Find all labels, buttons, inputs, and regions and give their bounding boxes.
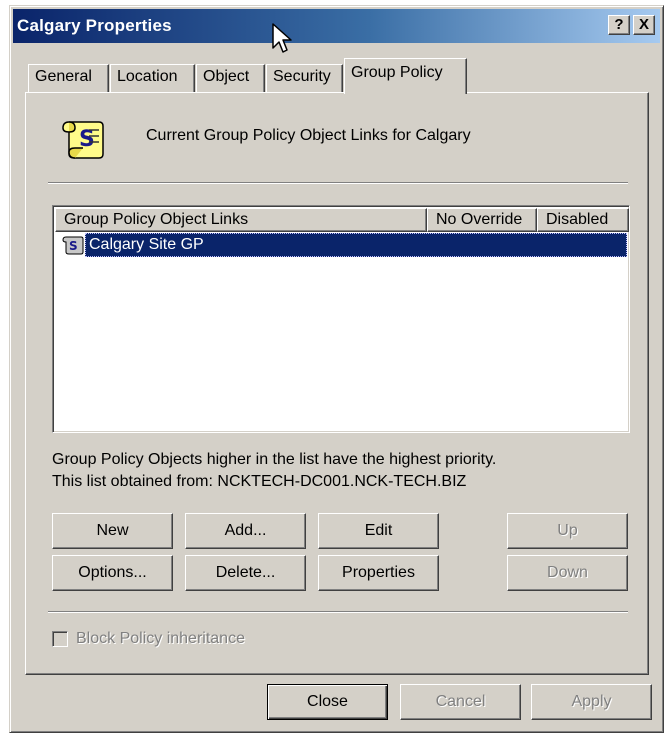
up-button[interactable]: Up [507,513,628,549]
scroll-icon: S [61,234,85,256]
column-header-no-override[interactable]: No Override [427,208,537,232]
list-item[interactable]: S Calgary Site GP [61,233,627,257]
apply-button[interactable]: Apply [531,684,652,720]
window-title: Calgary Properties [17,16,172,35]
tab-object[interactable]: Object [196,64,265,92]
block-inheritance-label: Block Policy inheritance [76,630,245,647]
scroll-icon: S [59,116,107,162]
column-header-gpo-links[interactable]: Group Policy Object Links [55,208,427,232]
down-button[interactable]: Down [507,555,628,591]
tab-location[interactable]: Location [110,64,195,92]
close-button[interactable]: Close [267,684,388,720]
separator [48,611,628,613]
add-button[interactable]: Add... [185,513,306,549]
priority-note: Group Policy Objects higher in the list … [52,451,497,468]
properties-button[interactable]: Properties [318,555,439,591]
gpo-links-list[interactable]: Group Policy Object Links No Override Di… [52,205,630,433]
properties-dialog: Calgary Properties ? X General Location … [9,5,664,733]
delete-button[interactable]: Delete... [185,555,306,591]
svg-text:S: S [69,239,78,253]
edit-button[interactable]: Edit [318,513,439,549]
new-button[interactable]: New [52,513,173,549]
list-header: Group Policy Object Links No Override Di… [55,208,629,232]
block-inheritance-checkbox[interactable] [52,631,68,647]
cancel-button[interactable]: Cancel [400,684,521,720]
help-button[interactable]: ? [608,15,630,35]
options-button[interactable]: Options... [52,555,173,591]
close-window-button[interactable]: X [633,15,655,35]
tab-group-policy[interactable]: Group Policy [344,58,467,94]
tab-security[interactable]: Security [266,64,343,92]
separator [48,182,628,184]
title-bar[interactable]: Calgary Properties ? X [13,9,660,43]
obtained-from: This list obtained from: NCKTECH-DC001.N… [52,473,467,490]
list-item-label: Calgary Site GP [85,233,627,257]
column-header-disabled[interactable]: Disabled [537,208,629,232]
panel-heading: Current Group Policy Object Links for Ca… [146,127,471,144]
tab-general[interactable]: General [28,64,109,92]
group-policy-panel: S Current Group Policy Object Links for … [25,92,649,675]
mouse-pointer-icon [271,22,295,56]
